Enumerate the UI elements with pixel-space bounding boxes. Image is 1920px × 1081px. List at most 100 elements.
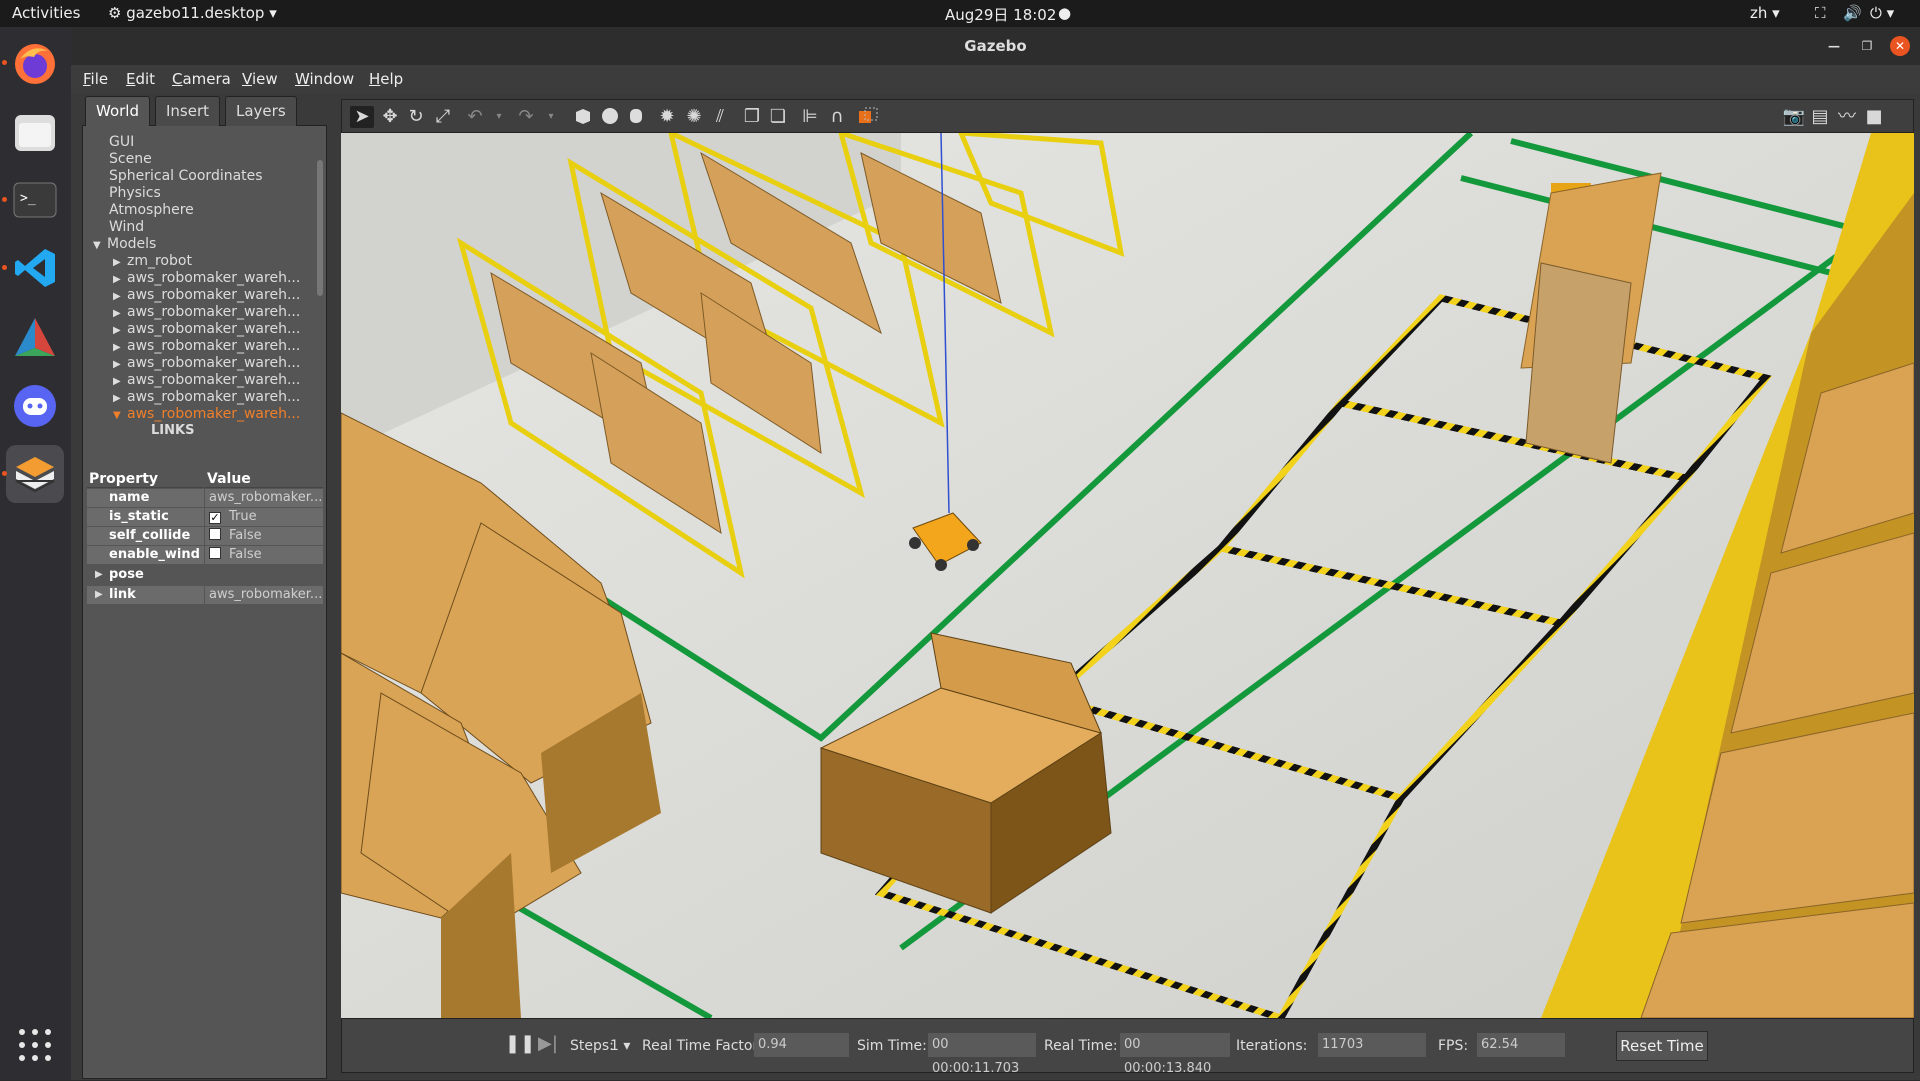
tree-item-model[interactable]: ▶ zm_robot (113, 253, 192, 270)
view-angle-icon[interactable] (856, 106, 880, 128)
step-icon[interactable]: ▶| (538, 1033, 558, 1054)
tree-item-model[interactable]: ▶ aws_robomaker_wareh... (113, 321, 300, 338)
menu-camera[interactable]: Camera (172, 70, 231, 88)
maximize-icon[interactable]: ❐ (1857, 36, 1877, 56)
collapsed-arrow-icon[interactable]: ▶ (113, 257, 127, 268)
input-method-menu[interactable]: zh ▾ (1750, 4, 1780, 22)
property-value[interactable]: aws_robomaker... (205, 489, 323, 507)
tree-item-model[interactable]: ▶ aws_robomaker_wareh... (113, 389, 300, 406)
collapsed-arrow-icon[interactable]: ▶ (95, 566, 103, 584)
reset-time-button[interactable]: Reset Time (1616, 1031, 1708, 1061)
tree-item-model[interactable]: ▶ aws_robomaker_wareh... (113, 355, 300, 372)
rotate-icon[interactable]: ↻ (404, 106, 428, 128)
expanded-arrow-icon[interactable]: ▼ (93, 240, 107, 251)
tree-item-physics[interactable]: Physics (109, 185, 161, 202)
scene-viewport[interactable] (341, 133, 1914, 1018)
tree-item-wind[interactable]: Wind (109, 219, 144, 236)
collapsed-arrow-icon[interactable]: ▶ (95, 586, 103, 604)
collapsed-arrow-icon[interactable]: ▶ (113, 291, 127, 302)
screenshot-icon[interactable]: 📷 (1782, 106, 1806, 128)
menu-window[interactable]: Window (295, 70, 354, 88)
terminal-icon[interactable]: >_ (6, 171, 64, 229)
discord-icon[interactable] (6, 377, 64, 435)
vscode-icon[interactable] (6, 239, 64, 297)
menu-file[interactable]: File (83, 70, 108, 88)
translate-icon[interactable]: ✥ (378, 106, 402, 128)
property-row-pose[interactable]: ▶ pose (87, 566, 323, 585)
collapsed-arrow-icon[interactable]: ▶ (113, 376, 127, 387)
log-icon[interactable]: ▤ (1808, 106, 1832, 128)
minimize-icon[interactable]: — (1824, 36, 1844, 56)
collapsed-arrow-icon[interactable]: ▶ (113, 325, 127, 336)
close-icon[interactable]: ✕ (1890, 36, 1910, 56)
collapsed-arrow-icon[interactable]: ▶ (113, 359, 127, 370)
tree-item-gui[interactable]: GUI (109, 134, 134, 151)
redo-icon[interactable]: ↷ (514, 106, 538, 128)
app-menu[interactable]: ⚙ gazebo11.desktop ▾ (108, 4, 277, 22)
scale-icon[interactable]: ⤢ (431, 106, 455, 128)
checkbox-unchecked[interactable] (209, 528, 221, 540)
spot-light-icon[interactable]: ✺ (682, 106, 706, 128)
box-icon[interactable] (571, 106, 595, 128)
tab-insert[interactable]: Insert (155, 96, 221, 126)
directional-light-icon[interactable]: ⫽ (708, 106, 732, 128)
activities-button[interactable]: Activities (12, 4, 80, 22)
gazebo-icon[interactable] (6, 445, 64, 503)
select-arrow-icon[interactable]: ➤ (350, 106, 374, 128)
checkbox-checked[interactable]: ✓ (209, 512, 221, 524)
network-icon[interactable]: ⛶ (1815, 4, 1826, 22)
tab-world[interactable]: World (85, 96, 150, 126)
property-value[interactable]: False (205, 527, 323, 545)
tree-item-model-selected[interactable]: ▼ aws_robomaker_wareh... (113, 406, 300, 423)
paste-icon[interactable]: ❏ (766, 106, 790, 128)
collapsed-arrow-icon[interactable]: ▶ (113, 393, 127, 404)
window-titlebar[interactable]: Gazebo — ❐ ✕ (71, 27, 1920, 65)
property-row-link[interactable]: ▶ link aws_robomaker... (87, 586, 323, 605)
property-row-is-static[interactable]: is_static ✓ True (87, 508, 323, 527)
show-applications-icon[interactable] (19, 1029, 51, 1061)
files-icon[interactable] (6, 104, 64, 162)
tree-item-model[interactable]: ▶ aws_robomaker_wareh... (113, 304, 300, 321)
power-icon[interactable]: ⏻ ▾ (1870, 4, 1894, 22)
tree-item-scene[interactable]: Scene (109, 151, 152, 168)
collapsed-arrow-icon[interactable]: ▶ (113, 274, 127, 285)
tree-item-model[interactable]: ▶ aws_robomaker_wareh... (113, 270, 300, 287)
tree-item-model[interactable]: ▶ aws_robomaker_wareh... (113, 287, 300, 304)
expanded-arrow-icon[interactable]: ▼ (113, 410, 127, 421)
collapsed-arrow-icon[interactable]: ▶ (113, 308, 127, 319)
point-light-icon[interactable]: ✹ (655, 106, 679, 128)
tree-item-links[interactable]: LINKS (151, 423, 194, 440)
steps-spinner[interactable]: 1 ▾ (610, 1038, 630, 1054)
copy-icon[interactable]: ❐ (740, 106, 764, 128)
property-row-self-collide[interactable]: self_collide False (87, 527, 323, 546)
pause-icon[interactable]: ❚❚ (505, 1033, 535, 1054)
tree-scrollbar[interactable] (317, 160, 323, 296)
cylinder-icon[interactable] (624, 106, 648, 128)
tree-item-model[interactable]: ▶ aws_robomaker_wareh... (113, 338, 300, 355)
property-row-name[interactable]: name aws_robomaker... (87, 489, 323, 508)
rviz-icon[interactable] (6, 309, 64, 367)
tree-item-spherical-coordinates[interactable]: Spherical Coordinates (109, 168, 263, 185)
undo-icon[interactable]: ↶ (463, 106, 487, 128)
plot-icon[interactable]: 〰 (1835, 106, 1859, 128)
sphere-icon[interactable] (598, 106, 622, 128)
redo-history-icon[interactable]: ▾ (539, 106, 563, 128)
clock[interactable]: Aug29日 18:02 (945, 4, 1056, 25)
property-row-enable-wind[interactable]: enable_wind False (87, 546, 323, 565)
tree-item-models[interactable]: ▼ Models (93, 236, 156, 253)
property-value[interactable]: False (205, 546, 323, 564)
checkbox-unchecked[interactable] (209, 547, 221, 559)
tab-layers[interactable]: Layers (225, 96, 297, 126)
collapsed-arrow-icon[interactable]: ▶ (113, 342, 127, 353)
undo-history-icon[interactable]: ▾ (487, 106, 511, 128)
menu-view[interactable]: View (242, 70, 278, 88)
menu-help[interactable]: Help (369, 70, 403, 88)
property-value[interactable]: aws_robomaker... (205, 586, 323, 604)
firefox-icon[interactable] (6, 35, 64, 93)
tree-item-model[interactable]: ▶ aws_robomaker_wareh... (113, 372, 300, 389)
tree-item-atmosphere[interactable]: Atmosphere (109, 202, 194, 219)
volume-icon[interactable]: 🔊 (1843, 4, 1862, 22)
menu-edit[interactable]: Edit (126, 70, 155, 88)
record-video-icon[interactable]: ■ (1862, 106, 1886, 128)
align-icon[interactable]: ⊫ (798, 106, 822, 128)
